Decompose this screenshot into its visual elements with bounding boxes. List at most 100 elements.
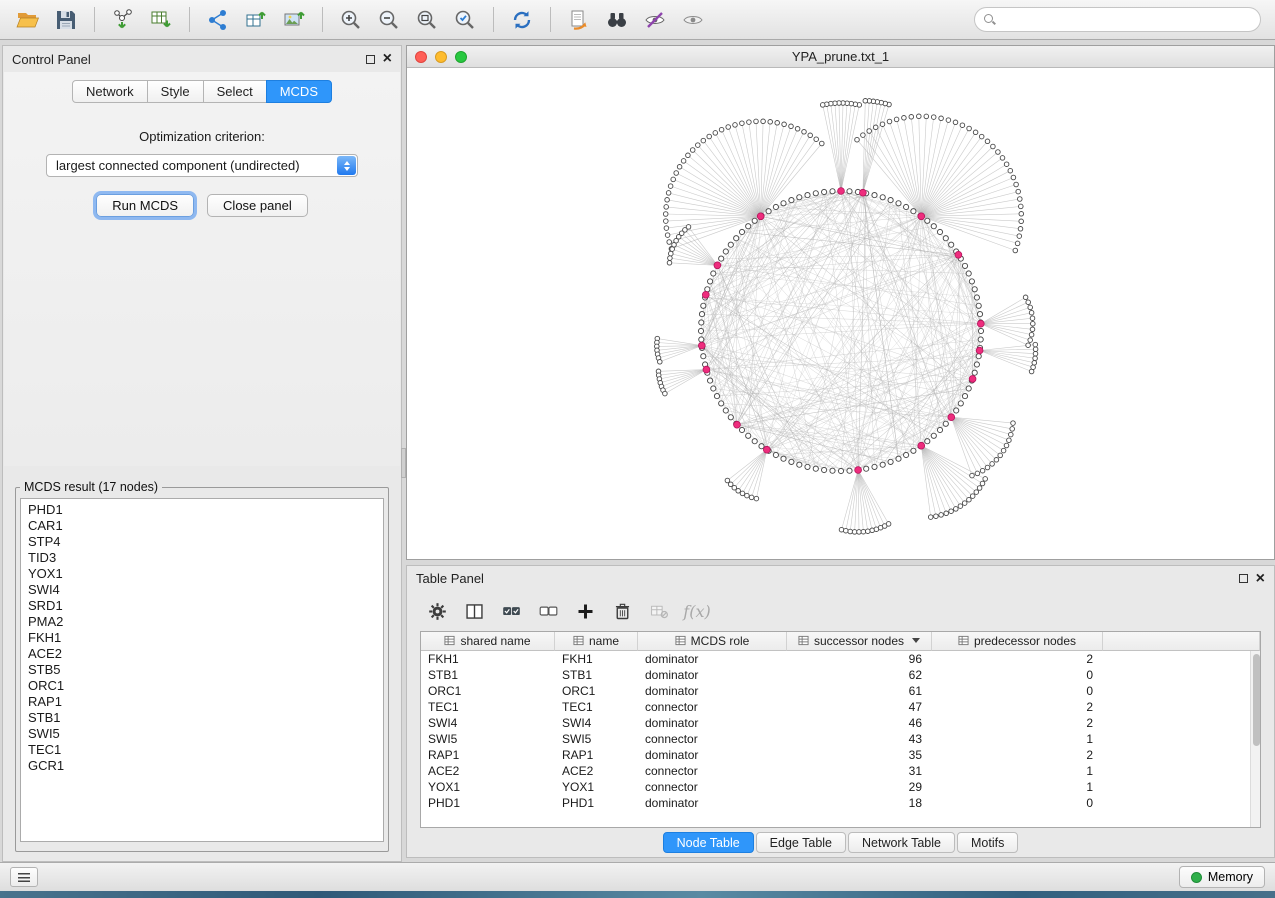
cell-mcds-role[interactable]: dominator (638, 747, 787, 763)
cell-successor-nodes[interactable]: 96 (787, 651, 932, 667)
close-window-icon[interactable] (415, 51, 427, 63)
mcds-result-item[interactable]: TID3 (21, 550, 383, 566)
select-all-button[interactable] (497, 597, 525, 625)
cell-mcds-role[interactable]: connector (638, 763, 787, 779)
mcds-result-list[interactable]: PHD1CAR1STP4TID3YOX1SWI4SRD1PMA2FKH1ACE2… (20, 498, 384, 842)
mcds-result-item[interactable]: SWI4 (21, 582, 383, 598)
column-header-successor-nodes[interactable]: successor nodes (787, 632, 932, 651)
cell-successor-nodes[interactable]: 61 (787, 683, 932, 699)
mcds-result-item[interactable]: GCR1 (21, 758, 383, 774)
tab-network-table[interactable]: Network Table (848, 832, 955, 853)
close-panel-button[interactable]: Close panel (207, 194, 308, 217)
import-network-button[interactable] (105, 4, 141, 36)
table-row[interactable]: STB1STB1dominator620 (421, 667, 1260, 683)
cell-mcds-role[interactable]: dominator (638, 715, 787, 731)
export-image-button[interactable] (276, 4, 312, 36)
criterion-select[interactable]: largest connected component (undirected) (46, 154, 358, 177)
column-header-name[interactable]: name (555, 632, 638, 651)
zoom-out-button[interactable] (371, 4, 407, 36)
tab-network[interactable]: Network (72, 80, 148, 103)
cell-shared-name[interactable]: FKH1 (421, 651, 555, 667)
cell-name[interactable]: FKH1 (555, 651, 638, 667)
table-row[interactable]: SWI4SWI4dominator462 (421, 715, 1260, 731)
cell-name[interactable]: ACE2 (555, 763, 638, 779)
cell-successor-nodes[interactable]: 29 (787, 779, 932, 795)
cell-shared-name[interactable]: ACE2 (421, 763, 555, 779)
memory-button[interactable]: Memory (1179, 866, 1265, 888)
close-panel-icon[interactable]: × (383, 53, 392, 65)
add-row-button[interactable] (571, 597, 599, 625)
column-header-mcds-role[interactable]: MCDS role (638, 632, 787, 651)
show-hidden-button[interactable] (675, 4, 711, 36)
export-network-button[interactable] (200, 4, 236, 36)
column-header-predecessor-nodes[interactable]: predecessor nodes (932, 632, 1103, 651)
cell-name[interactable]: RAP1 (555, 747, 638, 763)
table-scrollbar[interactable] (1250, 651, 1260, 828)
cell-predecessor-nodes[interactable]: 2 (932, 715, 1103, 731)
table-row[interactable]: ORC1ORC1dominator610 (421, 683, 1260, 699)
network-canvas[interactable] (407, 68, 1274, 559)
cell-predecessor-nodes[interactable]: 2 (932, 699, 1103, 715)
tab-node-table[interactable]: Node Table (663, 832, 754, 853)
cell-name[interactable]: PHD1 (555, 795, 638, 811)
tab-motifs[interactable]: Motifs (957, 832, 1018, 853)
mcds-result-item[interactable]: PHD1 (21, 502, 383, 518)
cell-predecessor-nodes[interactable]: 2 (932, 651, 1103, 667)
cell-successor-nodes[interactable]: 35 (787, 747, 932, 763)
cell-successor-nodes[interactable]: 62 (787, 667, 932, 683)
table-row[interactable]: ACE2ACE2connector311 (421, 763, 1260, 779)
cell-name[interactable]: YOX1 (555, 779, 638, 795)
mcds-result-item[interactable]: TEC1 (21, 742, 383, 758)
cell-successor-nodes[interactable]: 18 (787, 795, 932, 811)
zoom-selected-button[interactable] (447, 4, 483, 36)
cell-predecessor-nodes[interactable]: 1 (932, 731, 1103, 747)
mcds-result-item[interactable]: SRD1 (21, 598, 383, 614)
table-row[interactable]: TEC1TEC1connector472 (421, 699, 1260, 715)
mcds-result-item[interactable]: STB5 (21, 662, 383, 678)
hide-selected-button[interactable] (637, 4, 673, 36)
tab-mcds[interactable]: MCDS (266, 80, 332, 103)
mcds-result-item[interactable]: PMA2 (21, 614, 383, 630)
function-builder-button[interactable]: f(x) (682, 597, 710, 625)
cell-name[interactable]: ORC1 (555, 683, 638, 699)
table-row[interactable]: PHD1PHD1dominator180 (421, 795, 1260, 811)
cell-mcds-role[interactable]: dominator (638, 683, 787, 699)
cell-successor-nodes[interactable]: 47 (787, 699, 932, 715)
mcds-result-item[interactable]: ACE2 (21, 646, 383, 662)
cell-mcds-role[interactable]: dominator (638, 651, 787, 667)
table-row[interactable]: SWI5SWI5connector431 (421, 731, 1260, 747)
search-input[interactable] (1002, 13, 1251, 27)
float-panel-icon[interactable] (366, 55, 375, 64)
cell-mcds-role[interactable]: dominator (638, 667, 787, 683)
cell-successor-nodes[interactable]: 46 (787, 715, 932, 731)
zoom-in-button[interactable] (333, 4, 369, 36)
open-file-button[interactable] (10, 4, 46, 36)
network-graph[interactable] (407, 68, 1274, 559)
table-row[interactable]: FKH1FKH1dominator962 (421, 651, 1260, 667)
cell-shared-name[interactable]: PHD1 (421, 795, 555, 811)
table-row[interactable]: YOX1YOX1connector291 (421, 779, 1260, 795)
deselect-all-button[interactable] (534, 597, 562, 625)
show-column-button[interactable] (460, 597, 488, 625)
close-table-panel-icon[interactable]: × (1256, 573, 1265, 585)
cell-name[interactable]: SWI5 (555, 731, 638, 747)
cell-mcds-role[interactable]: dominator (638, 795, 787, 811)
mcds-result-item[interactable]: RAP1 (21, 694, 383, 710)
duplicate-network-button[interactable] (561, 4, 597, 36)
cell-name[interactable]: SWI4 (555, 715, 638, 731)
column-header-shared-name[interactable]: shared name (421, 632, 555, 651)
export-table-button[interactable] (238, 4, 274, 36)
import-table-button[interactable] (143, 4, 179, 36)
cell-shared-name[interactable]: YOX1 (421, 779, 555, 795)
float-table-panel-icon[interactable] (1239, 574, 1248, 583)
cell-predecessor-nodes[interactable]: 2 (932, 747, 1103, 763)
delete-row-button[interactable] (608, 597, 636, 625)
mcds-result-item[interactable]: STP4 (21, 534, 383, 550)
run-mcds-button[interactable]: Run MCDS (96, 194, 194, 217)
cell-shared-name[interactable]: STB1 (421, 667, 555, 683)
cell-shared-name[interactable]: SWI4 (421, 715, 555, 731)
table-settings-button[interactable] (423, 597, 451, 625)
cell-shared-name[interactable]: TEC1 (421, 699, 555, 715)
cell-successor-nodes[interactable]: 31 (787, 763, 932, 779)
cell-predecessor-nodes[interactable]: 0 (932, 795, 1103, 811)
